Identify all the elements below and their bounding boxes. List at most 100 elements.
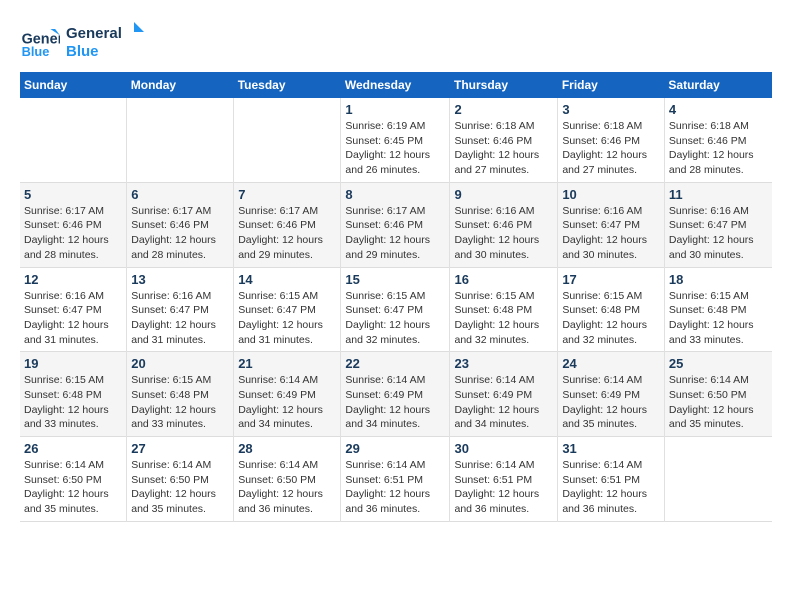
day-number: 16	[454, 272, 553, 287]
calendar-cell: 9Sunrise: 6:16 AM Sunset: 6:46 PM Daylig…	[450, 182, 558, 267]
calendar-cell: 23 Sunrise: 6:14 AM Sunset: 6:49 PM Dayli…	[450, 352, 558, 437]
day-info: Sunrise: 6:15 AM Sunset: 6:48 PM Dayligh…	[562, 289, 660, 348]
calendar-cell: 24Sunrise: 6:14 AM Sunset: 6:49 PM Dayli…	[558, 352, 665, 437]
day-info: Sunrise: 6:15 AM Sunset: 6:48 PM Dayligh…	[454, 289, 553, 348]
calendar-cell	[20, 98, 127, 182]
calendar-cell: 15 Sunrise: 6:15 AM Sunset: 6:47 PM Dayli…	[341, 267, 450, 352]
day-header-friday: Friday	[558, 72, 665, 98]
day-info: Sunrise: 6:14 AM Sunset: 6:51 PM Dayligh…	[454, 458, 553, 517]
day-number: 29	[345, 441, 445, 456]
day-number: 18	[669, 272, 768, 287]
calendar-cell: 13Sunrise: 6:16 AM Sunset: 6:47 PM Dayli…	[127, 267, 234, 352]
day-number: 23	[454, 356, 553, 371]
calendar-cell: 31 Sunrise: 6:14 AM Sunset: 6:51 PM Dayli…	[558, 437, 665, 522]
logo-icon: General Blue	[20, 21, 60, 61]
calendar-cell: 17 Sunrise: 6:15 AM Sunset: 6:48 PM Dayli…	[558, 267, 665, 352]
day-number: 13	[131, 272, 229, 287]
svg-text:Blue: Blue	[22, 44, 50, 59]
page-header: General Blue General Blue	[20, 20, 772, 62]
day-info: Sunrise: 6:18 AM Sunset: 6:46 PM Dayligh…	[454, 119, 553, 178]
svg-text:Blue: Blue	[66, 43, 99, 60]
day-info: Sunrise: 6:15 AM Sunset: 6:48 PM Dayligh…	[131, 373, 229, 432]
calendar-cell: 20 Sunrise: 6:15 AM Sunset: 6:48 PM Dayli…	[127, 352, 234, 437]
calendar-cell: 12 Sunrise: 6:16 AM Sunset: 6:47 PM Dayli…	[20, 267, 127, 352]
day-number: 6	[131, 187, 229, 202]
day-info: Sunrise: 6:14 AM Sunset: 6:50 PM Dayligh…	[238, 458, 336, 517]
day-number: 21	[238, 356, 336, 371]
day-number: 3	[562, 102, 660, 117]
day-info: Sunrise: 6:14 AM Sunset: 6:49 PM Dayligh…	[454, 373, 553, 432]
day-info: Sunrise: 6:16 AM Sunset: 6:47 PM Dayligh…	[562, 204, 660, 263]
calendar-cell: 3 Sunrise: 6:18 AM Sunset: 6:46 PM Daylig…	[558, 98, 665, 182]
week-row-5: 26 Sunrise: 6:14 AM Sunset: 6:50 PM Dayli…	[20, 437, 772, 522]
day-info: Sunrise: 6:17 AM Sunset: 6:46 PM Dayligh…	[131, 204, 229, 263]
day-info: Sunrise: 6:14 AM Sunset: 6:51 PM Dayligh…	[345, 458, 445, 517]
day-number: 7	[238, 187, 336, 202]
calendar-cell: 30 Sunrise: 6:14 AM Sunset: 6:51 PM Dayli…	[450, 437, 558, 522]
day-info: Sunrise: 6:16 AM Sunset: 6:47 PM Dayligh…	[669, 204, 768, 263]
calendar-cell: 4 Sunrise: 6:18 AM Sunset: 6:46 PM Daylig…	[664, 98, 772, 182]
day-info: Sunrise: 6:16 AM Sunset: 6:47 PM Dayligh…	[24, 289, 122, 348]
logo-svg: General Blue	[66, 20, 146, 62]
day-info: Sunrise: 6:14 AM Sunset: 6:50 PM Dayligh…	[669, 373, 768, 432]
day-number: 17	[562, 272, 660, 287]
day-number: 14	[238, 272, 336, 287]
svg-text:General: General	[66, 25, 122, 42]
day-number: 8	[345, 187, 445, 202]
calendar-cell: 29 Sunrise: 6:14 AM Sunset: 6:51 PM Dayli…	[341, 437, 450, 522]
day-info: Sunrise: 6:16 AM Sunset: 6:46 PM Dayligh…	[454, 204, 553, 263]
day-header-wednesday: Wednesday	[341, 72, 450, 98]
day-number: 4	[669, 102, 768, 117]
calendar-cell: 21 Sunrise: 6:14 AM Sunset: 6:49 PM Dayli…	[234, 352, 341, 437]
day-number: 12	[24, 272, 122, 287]
calendar-cell: 1 Sunrise: 6:19 AM Sunset: 6:45 PM Daylig…	[341, 98, 450, 182]
day-number: 30	[454, 441, 553, 456]
day-number: 2	[454, 102, 553, 117]
day-info: Sunrise: 6:14 AM Sunset: 6:51 PM Dayligh…	[562, 458, 660, 517]
day-number: 27	[131, 441, 229, 456]
calendar-cell: 19Sunrise: 6:15 AM Sunset: 6:48 PM Dayli…	[20, 352, 127, 437]
day-number: 26	[24, 441, 122, 456]
day-info: Sunrise: 6:14 AM Sunset: 6:49 PM Dayligh…	[238, 373, 336, 432]
calendar-cell: 18Sunrise: 6:15 AM Sunset: 6:48 PM Dayli…	[664, 267, 772, 352]
week-row-3: 12 Sunrise: 6:16 AM Sunset: 6:47 PM Dayli…	[20, 267, 772, 352]
day-info: Sunrise: 6:15 AM Sunset: 6:47 PM Dayligh…	[345, 289, 445, 348]
calendar-cell: 5Sunrise: 6:17 AM Sunset: 6:46 PM Daylig…	[20, 182, 127, 267]
day-number: 31	[562, 441, 660, 456]
week-row-4: 19Sunrise: 6:15 AM Sunset: 6:48 PM Dayli…	[20, 352, 772, 437]
day-info: Sunrise: 6:18 AM Sunset: 6:46 PM Dayligh…	[669, 119, 768, 178]
calendar-cell: 26 Sunrise: 6:14 AM Sunset: 6:50 PM Dayli…	[20, 437, 127, 522]
day-info: Sunrise: 6:15 AM Sunset: 6:48 PM Dayligh…	[24, 373, 122, 432]
calendar-cell: 2 Sunrise: 6:18 AM Sunset: 6:46 PM Daylig…	[450, 98, 558, 182]
day-number: 5	[24, 187, 122, 202]
calendar-cell: 8 Sunrise: 6:17 AM Sunset: 6:46 PM Daylig…	[341, 182, 450, 267]
calendar-cell: 25Sunrise: 6:14 AM Sunset: 6:50 PM Dayli…	[664, 352, 772, 437]
calendar-cell	[127, 98, 234, 182]
day-number: 1	[345, 102, 445, 117]
day-info: Sunrise: 6:14 AM Sunset: 6:49 PM Dayligh…	[562, 373, 660, 432]
calendar-cell: 28 Sunrise: 6:14 AM Sunset: 6:50 PM Dayli…	[234, 437, 341, 522]
day-header-thursday: Thursday	[450, 72, 558, 98]
calendar-cell: 16 Sunrise: 6:15 AM Sunset: 6:48 PM Dayli…	[450, 267, 558, 352]
day-info: Sunrise: 6:18 AM Sunset: 6:46 PM Dayligh…	[562, 119, 660, 178]
calendar-cell: 10 Sunrise: 6:16 AM Sunset: 6:47 PM Dayli…	[558, 182, 665, 267]
day-number: 15	[345, 272, 445, 287]
day-info: Sunrise: 6:17 AM Sunset: 6:46 PM Dayligh…	[345, 204, 445, 263]
day-info: Sunrise: 6:14 AM Sunset: 6:50 PM Dayligh…	[24, 458, 122, 517]
day-number: 20	[131, 356, 229, 371]
day-number: 28	[238, 441, 336, 456]
day-number: 22	[345, 356, 445, 371]
week-row-1: 1 Sunrise: 6:19 AM Sunset: 6:45 PM Daylig…	[20, 98, 772, 182]
day-info: Sunrise: 6:14 AM Sunset: 6:49 PM Dayligh…	[345, 373, 445, 432]
days-header-row: SundayMondayTuesdayWednesdayThursdayFrid…	[20, 72, 772, 98]
day-number: 11	[669, 187, 768, 202]
calendar-cell: 27 Sunrise: 6:14 AM Sunset: 6:50 PM Dayli…	[127, 437, 234, 522]
day-info: Sunrise: 6:19 AM Sunset: 6:45 PM Dayligh…	[345, 119, 445, 178]
logo: General Blue General Blue	[20, 20, 146, 62]
day-info: Sunrise: 6:15 AM Sunset: 6:47 PM Dayligh…	[238, 289, 336, 348]
day-number: 10	[562, 187, 660, 202]
day-info: Sunrise: 6:17 AM Sunset: 6:46 PM Dayligh…	[238, 204, 336, 263]
calendar-cell	[234, 98, 341, 182]
day-info: Sunrise: 6:14 AM Sunset: 6:50 PM Dayligh…	[131, 458, 229, 517]
day-header-tuesday: Tuesday	[234, 72, 341, 98]
